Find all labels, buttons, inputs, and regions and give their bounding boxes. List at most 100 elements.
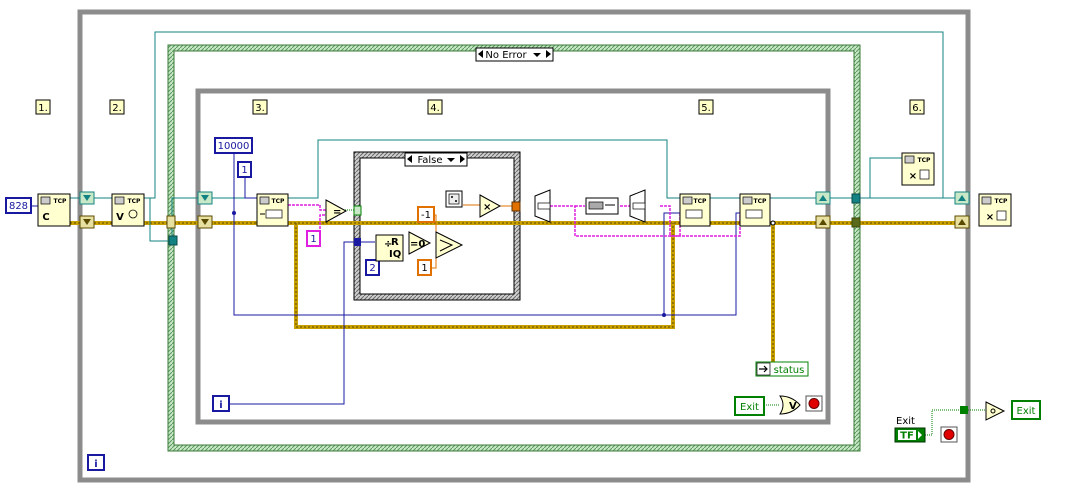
frame-label-2: 2. (109, 99, 125, 115)
select-node[interactable] (435, 231, 464, 259)
svg-text:10000: 10000 (218, 141, 250, 152)
case-selector-label: No Error (485, 50, 527, 61)
multiply-node[interactable]: × (479, 194, 502, 218)
svg-text:TCP: TCP (918, 157, 931, 164)
svg-text:1: 1 (421, 263, 427, 274)
to-string-converter-icon[interactable] (534, 189, 551, 223)
constant-neg-one[interactable]: -1 (417, 206, 435, 223)
constant-divisor[interactable]: 2 (365, 259, 380, 276)
shift-register-inner-right-ref[interactable] (815, 191, 831, 205)
inner-case-selector-tunnel (353, 205, 362, 216)
svg-text:V: V (789, 401, 797, 412)
status-unbundle[interactable]: status (755, 361, 809, 377)
case-tunnel-err-left (166, 215, 176, 229)
outer-exit-tunnel (960, 406, 968, 414)
svg-text:2: 2 (369, 263, 375, 274)
shift-register-inner-right-err[interactable] (815, 215, 831, 229)
wire-junctions (232, 211, 776, 317)
constant-compare-value[interactable]: 1 (306, 230, 321, 247)
shift-register-inner-left-err[interactable] (197, 215, 213, 229)
svg-text:TF: TF (900, 431, 914, 442)
svg-text:3.: 3. (255, 103, 265, 114)
svg-text:828: 828 (9, 201, 28, 212)
inner-iteration-label: i (219, 400, 222, 411)
svg-text:Exit: Exit (1017, 406, 1036, 417)
frame-label-4: 4. (427, 99, 443, 115)
block-diagram: i No Error i False 1. 2. 3. 4. 5. 6. 828… (5, 9, 1041, 483)
svg-text:C: C (42, 212, 49, 223)
case-tunnel-ref-right (851, 193, 861, 204)
constant-bytes-to-read[interactable]: 1 (237, 161, 252, 178)
svg-text:TCP: TCP (995, 198, 1008, 205)
frame-label-1: 1. (35, 99, 51, 115)
tcp-close-connection-icon-2[interactable]: TCP × (978, 193, 1012, 227)
inner-case-label: False (417, 155, 442, 166)
svg-text:2.: 2. (112, 103, 122, 114)
quotient-remainder-node[interactable]: ÷ R IQ (375, 234, 404, 262)
svg-text:1: 1 (241, 165, 247, 176)
svg-text:TCP: TCP (128, 198, 141, 205)
inner-while-loop: i (195, 88, 831, 425)
svg-text:1.: 1. (38, 103, 48, 114)
shift-register-right-err[interactable] (954, 215, 970, 229)
svg-text:-1: -1 (421, 210, 431, 221)
svg-text:TCP: TCP (754, 198, 767, 205)
svg-text:6.: 6. (912, 103, 922, 114)
equal-node[interactable]: = (325, 199, 348, 223)
string-concat-icon[interactable] (629, 189, 646, 223)
exit-local-variable[interactable]: Exit (734, 396, 765, 416)
svg-text:=0: =0 (410, 239, 425, 250)
frame-label-3: 3. (252, 99, 268, 115)
or-gate-node[interactable]: V (779, 395, 801, 415)
constant-timeout[interactable]: 10000 (214, 137, 253, 154)
svg-text:5.: 5. (701, 103, 711, 114)
svg-text:×: × (986, 212, 994, 223)
svg-text:R: R (391, 237, 399, 248)
integer-wire (31, 154, 740, 405)
svg-text:status: status (774, 365, 805, 376)
shift-register-left-ref[interactable] (79, 191, 95, 205)
inner-case-output-tunnel (511, 201, 521, 212)
svg-text:×: × (483, 202, 491, 213)
equal-zero-node[interactable]: =0 (408, 231, 432, 255)
svg-text:4.: 4. (430, 103, 440, 114)
random-number-icon[interactable] (445, 190, 463, 208)
exit-control-label: Exit (896, 416, 915, 427)
tcp-open-connection-icon[interactable]: TCP C (37, 193, 71, 227)
svg-text:TCP: TCP (54, 198, 67, 205)
inner-case-int-tunnel (354, 238, 361, 246)
tcp-listen-icon[interactable]: TCP V (111, 193, 145, 227)
tcp-close-connection-icon-1[interactable]: TCP × (901, 152, 935, 186)
string-format-icon[interactable] (585, 197, 619, 215)
tunnels (79, 191, 970, 246)
constant-port[interactable]: 828 (5, 197, 32, 214)
case-selector-false[interactable]: False (404, 152, 468, 167)
exit-indicator: Exit (1011, 400, 1041, 420)
exit-control-terminal[interactable]: TF (894, 427, 926, 443)
shift-register-left-err[interactable] (79, 215, 95, 229)
frame-label-6: 6. (909, 99, 925, 115)
svg-text:IQ: IQ (389, 249, 401, 260)
shift-register-right-ref[interactable] (954, 191, 970, 205)
not-gate-node[interactable] (985, 401, 1006, 421)
tcp-write-icon-2[interactable]: TCP (739, 193, 771, 227)
inner-stop-terminal[interactable] (805, 395, 823, 412)
outer-stop-terminal[interactable] (940, 426, 958, 443)
svg-text:=: = (333, 207, 341, 218)
case-tunnel-err-right (851, 217, 861, 228)
frame-label-5: 5. (698, 99, 714, 115)
case-tunnel-ref-left (168, 235, 178, 246)
tcp-read-icon[interactable]: TCP (256, 193, 289, 227)
svg-text:TCP: TCP (694, 198, 707, 205)
svg-text:TCP: TCP (272, 198, 285, 205)
svg-text:×: × (909, 171, 917, 182)
svg-text:1: 1 (310, 234, 316, 245)
svg-text:Exit: Exit (740, 402, 759, 413)
shift-register-inner-left-ref[interactable] (197, 191, 213, 205)
svg-text:V: V (116, 212, 124, 223)
constant-pos-one[interactable]: 1 (417, 259, 432, 276)
tcp-write-icon-1[interactable]: TCP (679, 193, 711, 227)
case-selector-no-error[interactable]: No Error (475, 47, 554, 62)
outer-iteration-label: i (94, 459, 97, 470)
inner-case-structure: False (353, 151, 521, 301)
